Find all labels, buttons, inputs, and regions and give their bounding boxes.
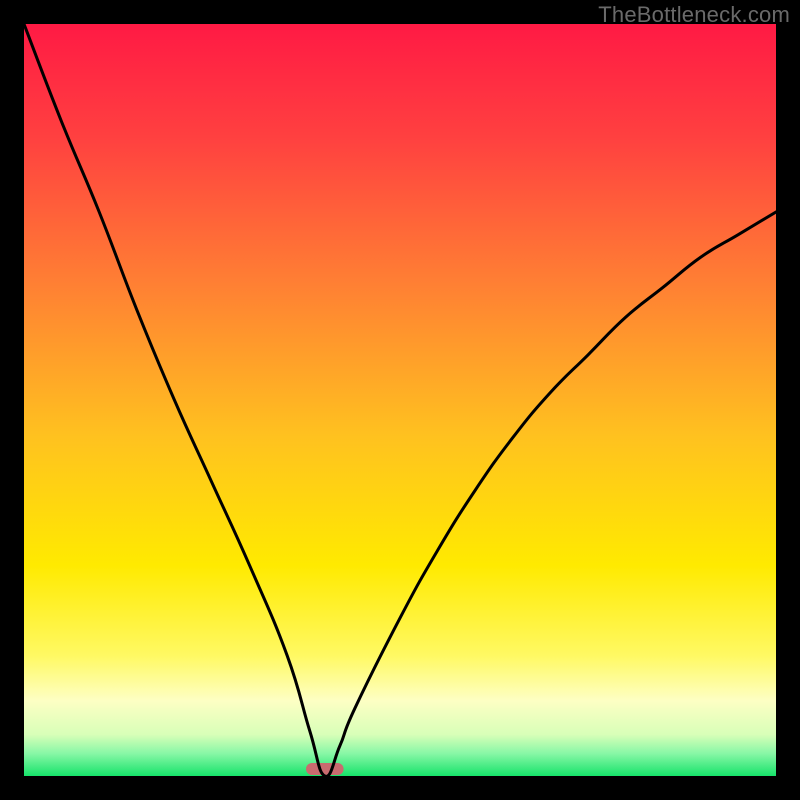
gradient-background (24, 24, 776, 776)
bottleneck-chart (24, 24, 776, 776)
minimum-marker (306, 763, 344, 775)
watermark-text: TheBottleneck.com (598, 2, 790, 28)
chart-frame (24, 24, 776, 776)
